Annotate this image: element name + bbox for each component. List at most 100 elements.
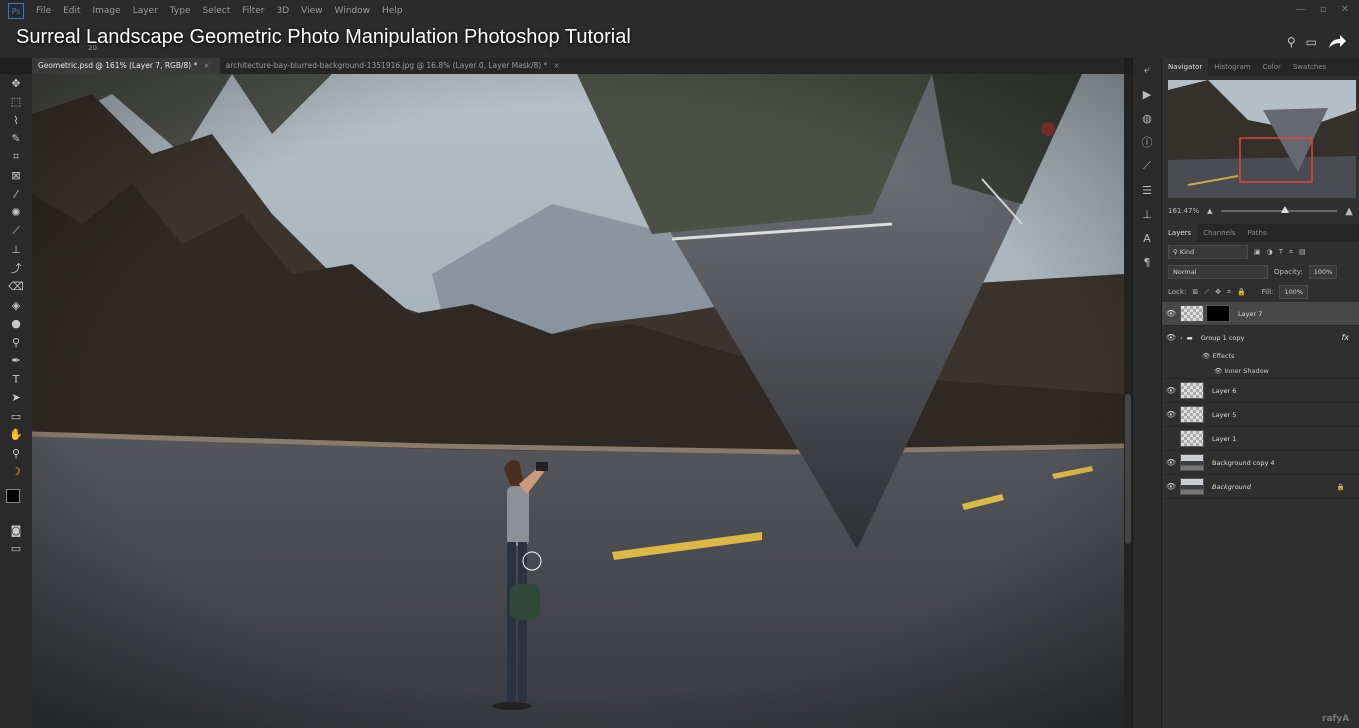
history-icon[interactable]: ⤶	[1133, 58, 1161, 82]
frame-tool-icon[interactable]: ⊠	[0, 167, 32, 186]
lasso-tool-icon[interactable]: ⌇	[0, 111, 32, 130]
properties-icon[interactable]: ◍	[1133, 106, 1161, 130]
healing-tool-icon[interactable]: ✺	[0, 204, 32, 223]
screen-mode-icon[interactable]: ▭	[0, 540, 32, 559]
crop-tool-icon[interactable]: ⌗	[0, 148, 32, 167]
minimize-button[interactable]: —	[1296, 4, 1306, 15]
lock-transparency-icon[interactable]: ⊠	[1192, 288, 1198, 296]
lock-all-icon[interactable]: 🔒	[1237, 288, 1246, 296]
lock-position-icon[interactable]: ✥	[1215, 288, 1221, 296]
menu-image[interactable]: Image	[93, 6, 121, 16]
menu-help[interactable]: Help	[382, 6, 403, 16]
quick-mask-icon[interactable]: ◙	[0, 521, 32, 540]
lock-pixels-icon[interactable]: ⟋	[1204, 288, 1209, 297]
layer-row[interactable]: 👁 Layer 7	[1162, 302, 1359, 326]
close-icon[interactable]: ×	[203, 61, 209, 70]
zoom-out-icon[interactable]: ▲	[1207, 207, 1212, 215]
layer-row[interactable]: 👁 Background 🔒	[1162, 475, 1359, 499]
eyedropper-tool-icon[interactable]: ⁄	[0, 185, 32, 204]
path-select-tool-icon[interactable]: ➤	[0, 389, 32, 408]
history-brush-tool-icon[interactable]: ⤴	[0, 259, 32, 278]
lock-artboard-icon[interactable]: ⌗	[1227, 288, 1231, 297]
blur-tool-icon[interactable]: ●	[0, 315, 32, 334]
eye-icon[interactable]: 👁	[1202, 352, 1212, 360]
tab-histogram[interactable]: Histogram	[1208, 58, 1256, 76]
layer-row[interactable]: 👁 Layer 6	[1162, 379, 1359, 403]
eye-icon[interactable]: 👁	[1162, 482, 1180, 491]
menu-select[interactable]: Select	[202, 6, 230, 16]
workspace-icon[interactable]: ▭	[1306, 35, 1317, 49]
menu-window[interactable]: Window	[335, 6, 371, 16]
zoom-value[interactable]: 161.47%	[1168, 207, 1199, 215]
hand-tool-icon[interactable]: ✋	[0, 426, 32, 445]
brush-settings-icon[interactable]: ⟋	[1133, 154, 1161, 178]
tab-swatches[interactable]: Swatches	[1287, 58, 1332, 76]
paragraph-icon[interactable]: ¶	[1133, 250, 1161, 274]
filter-adjustment-icon[interactable]: ◑	[1267, 248, 1273, 256]
pen-tool-icon[interactable]: ✒	[0, 352, 32, 371]
filter-smart-object-icon[interactable]: ▤	[1299, 248, 1306, 256]
navigator-preview[interactable]	[1168, 80, 1356, 198]
layer-row[interactable]: 👁 Layer 1	[1162, 427, 1359, 451]
eye-icon[interactable]: 👁	[1214, 367, 1224, 375]
marquee-tool-icon[interactable]: ⬚	[0, 93, 32, 112]
type-tool-icon[interactable]: T	[0, 370, 32, 389]
menu-edit[interactable]: Edit	[63, 6, 80, 16]
banana-tool-icon[interactable]: ☽	[0, 463, 32, 482]
character-icon[interactable]: A	[1133, 226, 1161, 250]
layer-row[interactable]: 👁 › ▬ Group 1 copy fx	[1162, 326, 1359, 349]
effects-row[interactable]: 👁 Effects	[1162, 349, 1359, 363]
clone-source-icon[interactable]: ⊥	[1133, 202, 1161, 226]
actions-play-icon[interactable]: ▶	[1133, 82, 1161, 106]
fill-input[interactable]: 100%	[1279, 285, 1308, 299]
close-icon[interactable]: ×	[553, 61, 559, 70]
fx-badge[interactable]: fx	[1341, 333, 1349, 342]
layer-row[interactable]: 👁 Background copy 4	[1162, 451, 1359, 475]
zoom-tool-icon[interactable]: ⚲	[0, 444, 32, 463]
paint-bucket-tool-icon[interactable]: ◈	[0, 296, 32, 315]
zoom-in-icon[interactable]: ▲	[1345, 206, 1353, 217]
maximize-button[interactable]: ▫	[1320, 4, 1327, 15]
eye-icon[interactable]: 👁	[1162, 410, 1180, 419]
zoom-slider[interactable]	[1220, 206, 1338, 213]
filter-shape-icon[interactable]: ⌗	[1289, 248, 1293, 257]
brush-tool-icon[interactable]: ⟋	[0, 222, 32, 241]
inner-shadow-row[interactable]: 👁 Inner Shadow	[1162, 363, 1359, 379]
eye-hidden-icon[interactable]: 👁	[1162, 434, 1180, 443]
move-tool-icon[interactable]: ✥	[0, 74, 32, 93]
menu-view[interactable]: View	[301, 6, 322, 16]
color-swatches[interactable]	[0, 481, 32, 521]
rectangle-tool-icon[interactable]: ▭	[0, 407, 32, 426]
eye-icon[interactable]: 👁	[1162, 386, 1180, 395]
tab-layers[interactable]: Layers	[1162, 224, 1198, 242]
share-icon[interactable]	[1327, 34, 1347, 50]
kind-filter-select[interactable]: ⚲ Kind	[1168, 245, 1248, 259]
canvas-scrollbar[interactable]	[1124, 74, 1132, 728]
scrollbar-thumb[interactable]	[1125, 394, 1131, 544]
tab-architecture[interactable]: architecture-bay-blurred-background-1351…	[220, 58, 570, 74]
chevron-right-icon[interactable]: ›	[1180, 334, 1183, 342]
tab-channels[interactable]: Channels	[1197, 224, 1241, 242]
clone-stamp-tool-icon[interactable]: ⊥	[0, 241, 32, 260]
tab-geometric[interactable]: Geometric.psd @ 161% (Layer 7, RGB/8) * ×	[32, 58, 220, 74]
quick-select-tool-icon[interactable]: ✎	[0, 130, 32, 149]
eye-icon[interactable]: 👁	[1162, 333, 1180, 342]
layer-mask-thumbnail[interactable]	[1206, 305, 1230, 322]
search-icon[interactable]: ⚲	[1287, 35, 1296, 49]
eraser-tool-icon[interactable]: ⌫	[0, 278, 32, 297]
tab-color[interactable]: Color	[1257, 58, 1287, 76]
dodge-tool-icon[interactable]: ⚲	[0, 333, 32, 352]
menu-filter[interactable]: Filter	[242, 6, 264, 16]
filter-pixel-icon[interactable]: ▣	[1254, 248, 1261, 256]
menu-type[interactable]: Type	[170, 6, 191, 16]
close-window-button[interactable]: ✕	[1341, 4, 1349, 15]
adjustments-icon[interactable]: ☰	[1133, 178, 1161, 202]
eye-icon[interactable]: 👁	[1162, 458, 1180, 467]
tab-paths[interactable]: Paths	[1242, 224, 1273, 242]
foreground-color-swatch[interactable]	[6, 489, 20, 503]
filter-type-icon[interactable]: T	[1279, 248, 1283, 256]
menu-layer[interactable]: Layer	[133, 6, 158, 16]
document-canvas[interactable]	[32, 74, 1124, 728]
eye-icon[interactable]: 👁	[1162, 309, 1180, 318]
tab-navigator[interactable]: Navigator	[1162, 58, 1209, 76]
